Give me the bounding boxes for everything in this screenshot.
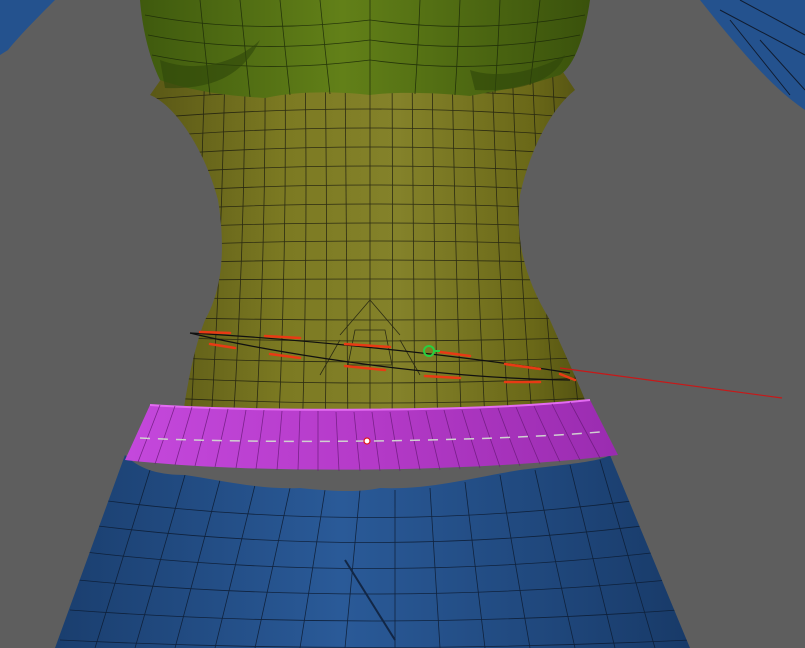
spline-pivot-point [363,437,371,445]
chest-mesh[interactable] [140,0,590,98]
3d-viewport[interactable] [0,0,805,648]
viewport-canvas[interactable] [0,0,805,648]
belt-mesh[interactable] [125,399,618,472]
